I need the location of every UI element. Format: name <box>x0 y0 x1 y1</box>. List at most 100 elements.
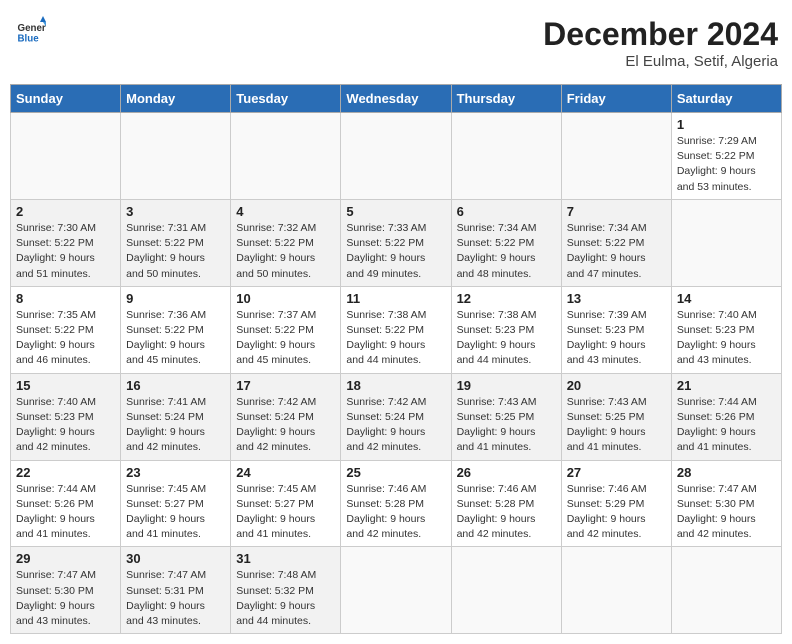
calendar-day-cell: 30Sunrise: 7:47 AMSunset: 5:31 PMDayligh… <box>121 547 231 634</box>
day-number: 12 <box>457 291 556 306</box>
month-year-title: December 2024 <box>543 16 778 53</box>
calendar-day-cell: 8 Sunrise: 7:35 AMSunset: 5:22 PMDaylight… <box>11 286 121 373</box>
calendar-day-cell: 22 Sunrise: 7:44 AMSunset: 5:26 PMDayligh… <box>11 460 121 547</box>
calendar-day-cell: 14 Sunrise: 7:40 AMSunset: 5:23 PMDayligh… <box>671 286 781 373</box>
day-number: 2 <box>16 204 115 219</box>
calendar-week-row: 1Sunrise: 7:29 AMSunset: 5:22 PMDaylight… <box>11 113 782 200</box>
day-of-week-header: Monday <box>121 85 231 113</box>
calendar-day-cell: 20 Sunrise: 7:43 AMSunset: 5:25 PMDayligh… <box>561 373 671 460</box>
day-number: 13 <box>567 291 666 306</box>
day-sun-info: Sunrise: 7:40 AMSunset: 5:23 PMDaylight:… <box>677 308 776 369</box>
calendar-day-cell <box>231 113 341 200</box>
svg-text:General: General <box>18 23 47 34</box>
day-number: 3 <box>126 204 225 219</box>
day-sun-info: Sunrise: 7:33 AMSunset: 5:22 PMDaylight:… <box>346 221 445 282</box>
day-sun-info: Sunrise: 7:46 AMSunset: 5:28 PMDaylight:… <box>346 482 445 543</box>
calendar-day-cell: 26Sunrise: 7:46 AMSunset: 5:28 PMDayligh… <box>451 460 561 547</box>
day-sun-info: Sunrise: 7:48 AMSunset: 5:32 PMDaylight:… <box>236 568 335 629</box>
calendar-day-cell: 7 Sunrise: 7:34 AMSunset: 5:22 PMDaylight… <box>561 199 671 286</box>
day-sun-info: Sunrise: 7:42 AMSunset: 5:24 PMDaylight:… <box>236 395 335 456</box>
calendar-day-cell: 4 Sunrise: 7:32 AMSunset: 5:22 PMDaylight… <box>231 199 341 286</box>
calendar-header-row: SundayMondayTuesdayWednesdayThursdayFrid… <box>11 85 782 113</box>
day-sun-info: Sunrise: 7:47 AMSunset: 5:30 PMDaylight:… <box>16 568 115 629</box>
calendar-day-cell: 9 Sunrise: 7:36 AMSunset: 5:22 PMDaylight… <box>121 286 231 373</box>
day-number: 14 <box>677 291 776 306</box>
calendar-day-cell: 16Sunrise: 7:41 AMSunset: 5:24 PMDayligh… <box>121 373 231 460</box>
calendar-day-cell: 18Sunrise: 7:42 AMSunset: 5:24 PMDayligh… <box>341 373 451 460</box>
day-sun-info: Sunrise: 7:35 AMSunset: 5:22 PMDaylight:… <box>16 308 115 369</box>
day-sun-info: Sunrise: 7:31 AMSunset: 5:22 PMDaylight:… <box>126 221 225 282</box>
calendar-day-cell: 28Sunrise: 7:47 AMSunset: 5:30 PMDayligh… <box>671 460 781 547</box>
day-number: 22 <box>16 465 115 480</box>
svg-text:Blue: Blue <box>18 34 40 45</box>
day-number: 15 <box>16 378 115 393</box>
calendar-day-cell <box>11 113 121 200</box>
title-block: December 2024 El Eulma, Setif, Algeria <box>543 16 778 70</box>
day-sun-info: Sunrise: 7:47 AMSunset: 5:30 PMDaylight:… <box>677 482 776 543</box>
calendar-day-cell: 21Sunrise: 7:44 AMSunset: 5:26 PMDayligh… <box>671 373 781 460</box>
calendar-day-cell <box>671 199 781 286</box>
day-sun-info: Sunrise: 7:44 AMSunset: 5:26 PMDaylight:… <box>16 482 115 543</box>
calendar-day-cell <box>561 113 671 200</box>
calendar-day-cell <box>341 547 451 634</box>
day-sun-info: Sunrise: 7:44 AMSunset: 5:26 PMDaylight:… <box>677 395 776 456</box>
calendar-week-row: 29Sunrise: 7:47 AMSunset: 5:30 PMDayligh… <box>11 547 782 634</box>
calendar-day-cell: 13 Sunrise: 7:39 AMSunset: 5:23 PMDayligh… <box>561 286 671 373</box>
logo-icon: General Blue <box>16 16 46 46</box>
day-sun-info: Sunrise: 7:43 AMSunset: 5:25 PMDaylight:… <box>457 395 556 456</box>
day-number: 19 <box>457 378 556 393</box>
day-number: 8 <box>16 291 115 306</box>
day-number: 20 <box>567 378 666 393</box>
day-number: 9 <box>126 291 225 306</box>
day-number: 11 <box>346 291 445 306</box>
day-number: 4 <box>236 204 335 219</box>
day-number: 24 <box>236 465 335 480</box>
calendar-day-cell: 25 Sunrise: 7:46 AMSunset: 5:28 PMDayligh… <box>341 460 451 547</box>
day-sun-info: Sunrise: 7:46 AMSunset: 5:28 PMDaylight:… <box>457 482 556 543</box>
calendar-day-cell: 2 Sunrise: 7:30 AMSunset: 5:22 PMDaylight… <box>11 199 121 286</box>
day-number: 31 <box>236 551 335 566</box>
calendar-day-cell <box>121 113 231 200</box>
day-sun-info: Sunrise: 7:30 AMSunset: 5:22 PMDaylight:… <box>16 221 115 282</box>
calendar-day-cell: 27Sunrise: 7:46 AMSunset: 5:29 PMDayligh… <box>561 460 671 547</box>
day-number: 7 <box>567 204 666 219</box>
calendar-day-cell: 23Sunrise: 7:45 AMSunset: 5:27 PMDayligh… <box>121 460 231 547</box>
day-of-week-header: Thursday <box>451 85 561 113</box>
day-sun-info: Sunrise: 7:43 AMSunset: 5:25 PMDaylight:… <box>567 395 666 456</box>
calendar-week-row: 22 Sunrise: 7:44 AMSunset: 5:26 PMDayligh… <box>11 460 782 547</box>
logo: General Blue <box>14 16 50 46</box>
day-number: 5 <box>346 204 445 219</box>
calendar-day-cell: 31 Sunrise: 7:48 AMSunset: 5:32 PMDayligh… <box>231 547 341 634</box>
day-sun-info: Sunrise: 7:34 AMSunset: 5:22 PMDaylight:… <box>567 221 666 282</box>
calendar-day-cell <box>341 113 451 200</box>
day-sun-info: Sunrise: 7:45 AMSunset: 5:27 PMDaylight:… <box>126 482 225 543</box>
day-number: 30 <box>126 551 225 566</box>
calendar-day-cell: 19 Sunrise: 7:43 AMSunset: 5:25 PMDayligh… <box>451 373 561 460</box>
day-number: 27 <box>567 465 666 480</box>
calendar-week-row: 8 Sunrise: 7:35 AMSunset: 5:22 PMDaylight… <box>11 286 782 373</box>
calendar-day-cell: 10Sunrise: 7:37 AMSunset: 5:22 PMDayligh… <box>231 286 341 373</box>
calendar-week-row: 15Sunrise: 7:40 AMSunset: 5:23 PMDayligh… <box>11 373 782 460</box>
calendar-day-cell <box>451 113 561 200</box>
day-number: 10 <box>236 291 335 306</box>
day-of-week-header: Sunday <box>11 85 121 113</box>
calendar-day-cell <box>561 547 671 634</box>
day-sun-info: Sunrise: 7:32 AMSunset: 5:22 PMDaylight:… <box>236 221 335 282</box>
day-of-week-header: Wednesday <box>341 85 451 113</box>
calendar-day-cell: 6 Sunrise: 7:34 AMSunset: 5:22 PMDaylight… <box>451 199 561 286</box>
calendar-day-cell: 24Sunrise: 7:45 AMSunset: 5:27 PMDayligh… <box>231 460 341 547</box>
day-sun-info: Sunrise: 7:34 AMSunset: 5:22 PMDaylight:… <box>457 221 556 282</box>
day-number: 18 <box>346 378 445 393</box>
page-header: General Blue December 2024 El Eulma, Set… <box>10 10 782 76</box>
calendar-day-cell: 3 Sunrise: 7:31 AMSunset: 5:22 PMDaylight… <box>121 199 231 286</box>
day-sun-info: Sunrise: 7:39 AMSunset: 5:23 PMDaylight:… <box>567 308 666 369</box>
day-sun-info: Sunrise: 7:36 AMSunset: 5:22 PMDaylight:… <box>126 308 225 369</box>
day-number: 25 <box>346 465 445 480</box>
calendar-day-cell: 15Sunrise: 7:40 AMSunset: 5:23 PMDayligh… <box>11 373 121 460</box>
day-sun-info: Sunrise: 7:38 AMSunset: 5:22 PMDaylight:… <box>346 308 445 369</box>
day-number: 6 <box>457 204 556 219</box>
day-of-week-header: Tuesday <box>231 85 341 113</box>
calendar-day-cell: 1Sunrise: 7:29 AMSunset: 5:22 PMDaylight… <box>671 113 781 200</box>
calendar-day-cell: 5 Sunrise: 7:33 AMSunset: 5:22 PMDaylight… <box>341 199 451 286</box>
calendar-day-cell: 17Sunrise: 7:42 AMSunset: 5:24 PMDayligh… <box>231 373 341 460</box>
